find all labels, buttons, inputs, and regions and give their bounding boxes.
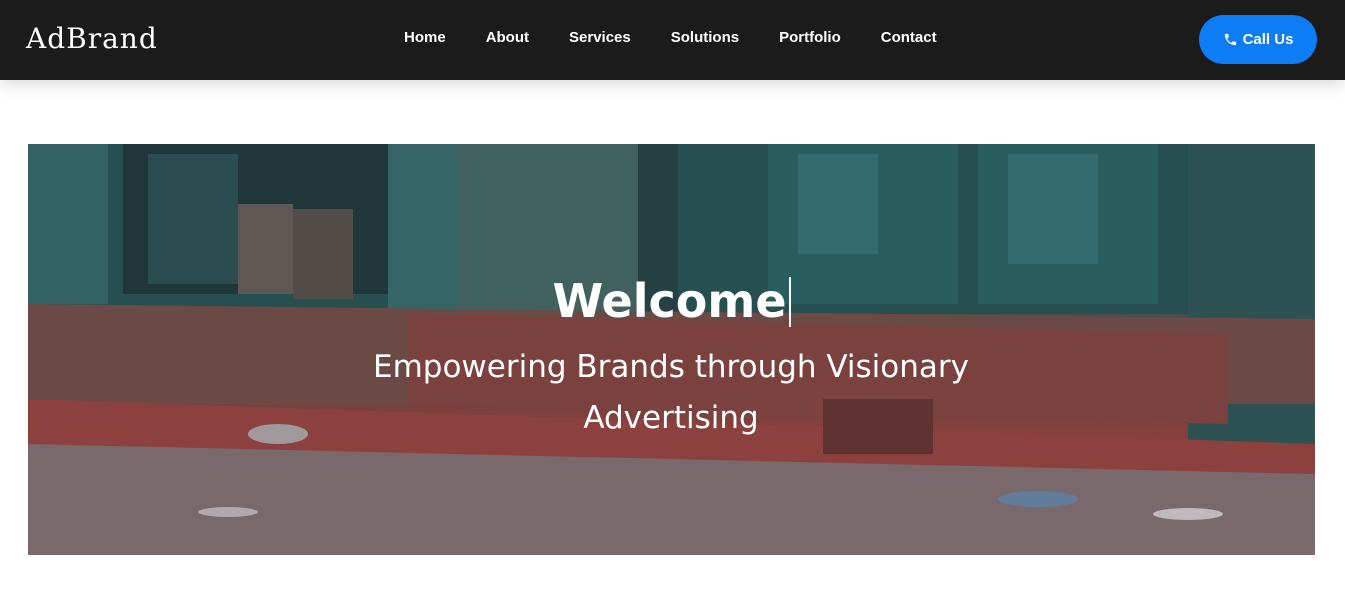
hero-subtitle: Empowering Brands through Visionary Adve… bbox=[373, 349, 969, 436]
typing-caret bbox=[788, 277, 791, 327]
nav-item-solutions: Solutions bbox=[671, 29, 739, 47]
nav-item-about: About bbox=[486, 29, 529, 47]
nav-item-contact: Contact bbox=[881, 29, 937, 47]
nav-link-portfolio[interactable]: Portfolio bbox=[779, 29, 841, 46]
nav-link-about[interactable]: About bbox=[486, 29, 529, 46]
hero-title: Welcome bbox=[28, 274, 1315, 328]
nav-link-services[interactable]: Services bbox=[569, 29, 631, 46]
nav-item-portfolio: Portfolio bbox=[779, 29, 841, 47]
hero-banner: Welcome Empowering Brands through Vision… bbox=[28, 144, 1315, 555]
hero-title-text: Welcome bbox=[552, 274, 787, 328]
navbar: AdBrand Home About Services Solutions Po… bbox=[0, 0, 1345, 80]
nav-link-home[interactable]: Home bbox=[404, 29, 446, 46]
call-us-button[interactable]: Call Us bbox=[1199, 15, 1317, 64]
nav-link-contact[interactable]: Contact bbox=[881, 29, 937, 46]
phone-icon bbox=[1224, 33, 1236, 46]
call-us-label: Call Us bbox=[1242, 31, 1294, 48]
nav-item-services: Services bbox=[569, 29, 631, 47]
nav-link-solutions[interactable]: Solutions bbox=[671, 29, 739, 46]
nav-item-home: Home bbox=[404, 29, 446, 47]
main-nav: Home About Services Solutions Portfolio … bbox=[384, 29, 957, 47]
brand-logo[interactable]: AdBrand bbox=[26, 22, 158, 55]
